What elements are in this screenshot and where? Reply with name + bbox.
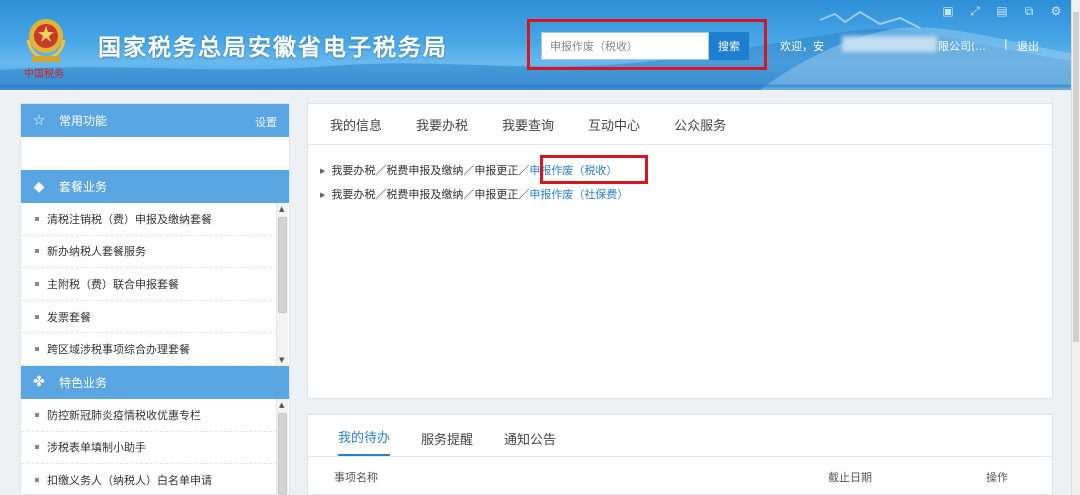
list-item-label: 涉税表单填制小助手 (47, 441, 146, 455)
result-path: 我要办税／税费申报及缴纳／申报更正／ (331, 188, 530, 201)
special-business-header[interactable]: ✤ 特色业务 (21, 365, 289, 399)
bullet-icon (35, 477, 39, 482)
page-scrollbar[interactable] (1071, 0, 1080, 495)
tab-interaction[interactable]: 互动中心 (588, 115, 640, 134)
tab-notices[interactable]: 通知公告 (504, 429, 556, 456)
list-item[interactable]: 清税注销税（费）申报及缴纳套餐 (21, 203, 277, 236)
bullet-icon (35, 347, 39, 352)
column-header-deadline: 截止日期 (828, 471, 872, 484)
result-path: 我要办税／税费申报及缴纳／申报更正／ (331, 164, 530, 177)
special-business-title: 特色业务 (59, 375, 108, 390)
scroll-down-icon[interactable]: ▼ (279, 356, 284, 364)
search-highlight-box (527, 19, 767, 70)
site-title: 国家税务总局安徽省电子税务局 (98, 35, 448, 61)
result-link[interactable]: 申报作废（社保费） (529, 188, 628, 201)
tax-emblem-logo: 中国税务 (18, 10, 74, 80)
search-result-item: ▶ 我要办税／税费申报及缴纳／申报更正／申报作废（社保费） (320, 186, 628, 202)
package-business-header[interactable]: ◆ 套餐业务 (21, 170, 289, 203)
share-icon[interactable]: ⧉ (1021, 4, 1037, 18)
special-list: 防控新冠肺炎疫情税收优惠专栏 涉税表单填制小助手 扣缴义务人（纳税人）白名单申请… (21, 398, 289, 495)
settings-icon[interactable]: ⚙ (1048, 4, 1064, 18)
scroll-thumb[interactable] (278, 217, 287, 313)
bullet-icon (35, 412, 39, 417)
special-scrollbar[interactable]: ▲ (276, 398, 288, 495)
list-item[interactable]: 扣缴义务人（纳税人）白名单申请 (21, 464, 277, 495)
scroll-up-icon[interactable]: ▲ (279, 205, 284, 213)
bullet-icon (35, 445, 39, 450)
list-item[interactable]: 主附税（费）联合申报套餐 (21, 268, 277, 301)
page-scroll-thumb[interactable] (1073, 12, 1079, 342)
sidebar-settings-link[interactable]: 设置 (255, 114, 277, 130)
logout-link[interactable]: 退出 (1017, 38, 1039, 54)
expand-icon[interactable]: ⤢ (967, 4, 983, 18)
bullet-icon (35, 314, 39, 319)
tab-service-reminder[interactable]: 服务提醒 (421, 429, 473, 456)
redacted-username (842, 36, 937, 52)
tab-query[interactable]: 我要查询 (502, 115, 554, 134)
todo-panel: 我的待办 服务提醒 通知公告 事项名称 截止日期 操作 (307, 414, 1053, 495)
common-functions-header: ☆ 常用功能 设置 (21, 104, 289, 137)
list-item-label: 清税注销税（费）申报及缴纳套餐 (47, 212, 212, 226)
list-item-label: 主附税（费）联合申报套餐 (47, 277, 179, 291)
list-item-label: 跨区域涉税事项综合办理套餐 (47, 343, 190, 357)
layers-icon: ◆ (33, 178, 45, 195)
bullet-icon (35, 216, 39, 221)
window-tools: ▣ ⤢ ▤ ⧉ ⚙ (940, 4, 1064, 18)
list-item[interactable]: 跨区域涉税事项综合办理套餐 (21, 333, 277, 366)
header-banner: 中国税务 国家税务总局安徽省电子税务局 搜索 欢迎，安 限公司(... | 退出… (0, 0, 1080, 90)
common-functions-empty (21, 137, 289, 170)
result-highlight-box (540, 155, 648, 184)
fullscreen-icon[interactable]: ▣ (940, 4, 956, 18)
list-item[interactable]: 防控新冠肺炎疫情税收优惠专栏 (21, 399, 277, 432)
list-item-label: 防控新冠肺炎疫情税收优惠专栏 (47, 408, 201, 422)
bullet-icon (35, 281, 39, 286)
tab-my-info[interactable]: 我的信息 (330, 115, 382, 134)
tab-my-todo[interactable]: 我的待办 (338, 427, 391, 456)
scroll-up-icon[interactable]: ▲ (279, 401, 284, 409)
list-item-label: 发票套餐 (47, 310, 91, 324)
svg-text:中国税务: 中国税务 (24, 67, 64, 80)
list-item-label: 扣缴义务人（纳税人）白名单申请 (47, 473, 212, 487)
list-item[interactable]: 涉税表单填制小助手 (21, 432, 277, 465)
list-item[interactable]: 新办纳税人套餐服务 (21, 236, 277, 269)
package-business-title: 套餐业务 (59, 180, 108, 194)
triangle-right-icon: ▶ (320, 167, 326, 175)
welcome-text: 欢迎，安 (780, 40, 824, 53)
company-name[interactable]: 限公司(... (938, 38, 986, 54)
tab-tax-handling[interactable]: 我要办税 (416, 115, 468, 134)
star-icon: ☆ (32, 112, 46, 129)
column-header-action: 操作 (986, 471, 1008, 484)
main-tabs: 我的信息 我要办税 我要查询 互动中心 公众服务 (308, 104, 1052, 145)
scroll-thumb[interactable] (278, 412, 287, 495)
list-item-label: 新办纳税人套餐服务 (47, 245, 146, 259)
triangle-right-icon: ▶ (320, 191, 326, 199)
main-panel: 我的信息 我要办税 我要查询 互动中心 公众服务 ▶ 我要办税／税费申报及缴纳／申… (307, 103, 1053, 399)
list-item[interactable]: 发票套餐 (21, 301, 277, 334)
package-scrollbar[interactable]: ▲ ▼ (276, 203, 288, 366)
header-separator: | (1004, 37, 1008, 50)
todo-tabs: 我的待办 服务提醒 通知公告 (308, 415, 1052, 457)
tab-public-service[interactable]: 公众服务 (674, 115, 726, 134)
package-list: 清税注销税（费）申报及缴纳套餐 新办纳税人套餐服务 主附税（费）联合申报套餐 发… (21, 203, 289, 366)
common-functions-title: 常用功能 (59, 114, 108, 128)
column-header-item-name: 事项名称 (334, 471, 378, 484)
sidebar: ☆ 常用功能 设置 ◆ 套餐业务 清税注销税（费）申报及缴纳套餐 新办纳税人套餐… (20, 103, 290, 495)
grid-icon: ✤ (33, 374, 45, 391)
save-icon[interactable]: ▤ (994, 4, 1010, 18)
bullet-icon (35, 249, 39, 254)
